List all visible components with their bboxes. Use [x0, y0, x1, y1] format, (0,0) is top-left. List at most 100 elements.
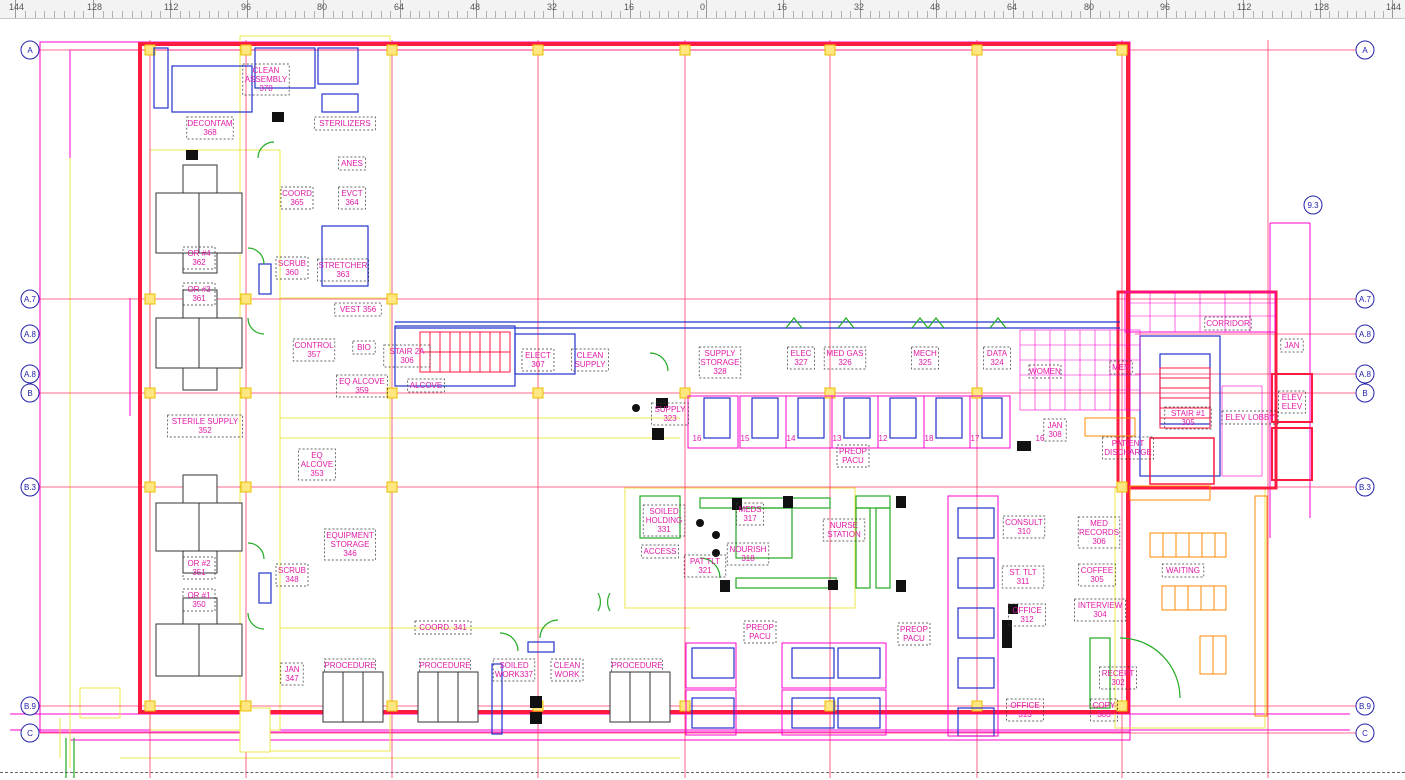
ruler-minor-tick — [73, 11, 75, 18]
ruler-minor-tick — [390, 11, 392, 18]
room-label-line: OR #3 — [187, 285, 211, 294]
room-eq-alcove-353[interactable]: EQALCOVE353 — [298, 448, 336, 481]
room-decontam[interactable]: DECONTAM368 — [186, 116, 234, 140]
room-coffee[interactable]: COFFEE305 — [1078, 563, 1116, 587]
room-evct[interactable]: EVCT364 — [338, 186, 366, 210]
room-scrub360[interactable]: SCRUB360 — [275, 256, 309, 280]
room-elect[interactable]: ELECT307 — [521, 348, 555, 372]
room-reception[interactable]: RECEPT302 — [1099, 666, 1137, 690]
room-stair2a[interactable]: STAIR 2A306 — [383, 344, 431, 368]
room-med-records[interactable]: MEDRECORDS306 — [1077, 516, 1121, 549]
room-preop-pacu-a[interactable]: PREOPPACU — [743, 620, 777, 644]
ruler-minor-tick — [380, 11, 382, 18]
room-mech[interactable]: MECH325 — [911, 346, 939, 370]
room-consult[interactable]: CONSULT310 — [1002, 515, 1046, 539]
ruler-minor-tick — [44, 11, 46, 18]
room-eq-alcove-359[interactable]: EQ ALCOVE359 — [336, 374, 388, 398]
grid-bubble-b-9: B.9 — [20, 696, 40, 716]
ruler-minor-tick — [102, 11, 104, 18]
room-supply-storage[interactable]: SUPPLYSTORAGE328 — [698, 346, 742, 379]
ruler-minor-tick — [150, 11, 152, 18]
room-coord-365[interactable]: COORD365 — [280, 186, 314, 210]
ruler-minor-tick — [438, 11, 439, 18]
room-clean-work[interactable]: CLEANWORK — [550, 658, 584, 682]
ruler-minor-tick — [926, 11, 928, 18]
room-jan308[interactable]: JAN308 — [1043, 418, 1067, 442]
grid-bubble-a-8: A.8 — [1355, 364, 1375, 384]
room-precop-pacu-top[interactable]: PREOPPACU — [836, 444, 870, 468]
room-interview[interactable]: INTERVIEW304 — [1074, 598, 1126, 622]
ruler-minor-tick — [457, 11, 458, 18]
room-stretcher[interactable]: STRETCHER363 — [317, 258, 369, 282]
ruler-minor-tick — [1061, 11, 1063, 18]
grid-bubble-b: B — [1355, 383, 1375, 403]
room-sterilizers[interactable]: STERILIZERS — [314, 116, 376, 131]
room-waiting[interactable]: WAITING — [1161, 563, 1205, 578]
room-label-line: RECEPT — [1102, 669, 1135, 678]
ruler-minor-tick — [1194, 11, 1196, 18]
room-med-gas[interactable]: MED GAS326 — [823, 346, 867, 370]
room-label-line: 313 — [1018, 710, 1032, 719]
room-elev[interactable]: ELEVELEV — [1278, 390, 1306, 414]
room-procedure-b[interactable]: PROCEDURE — [419, 658, 471, 673]
room-soiled-work[interactable]: SOILEDWORK337 — [492, 658, 536, 682]
room-label-line: COORD. 341 — [419, 623, 467, 632]
room-alcove[interactable]: ALCOVE — [407, 378, 445, 393]
room-vest[interactable]: VEST 356 — [334, 302, 382, 317]
ruler-minor-tick — [917, 11, 918, 18]
or-equipment — [155, 164, 671, 723]
ruler-minor-tick — [198, 11, 200, 18]
grid-bubble-c: C — [1355, 723, 1375, 743]
room-corridor[interactable]: CORRIDOR — [1204, 316, 1252, 331]
room-soiled-holding[interactable]: SOILEDHOLDING331 — [642, 504, 686, 537]
room-label-line: CLEAN — [253, 66, 280, 75]
room-anes[interactable]: ANES — [338, 156, 366, 171]
room-procedure-a[interactable]: PROCEDURE — [324, 658, 376, 673]
room-control[interactable]: CONTROL357 — [292, 338, 336, 362]
room-label-line: PROCEDURE — [419, 661, 470, 670]
room-label-line: 363 — [336, 270, 350, 279]
room-nurse-station[interactable]: NURSESTATION — [822, 518, 866, 542]
room-label-line: DECONTAM — [187, 119, 233, 128]
ruler-minor-tick — [888, 11, 890, 18]
ruler-label: 0 — [700, 2, 706, 12]
room-label-line: PREOP — [900, 625, 928, 634]
ruler-minor-tick — [610, 11, 612, 18]
ruler-minor-tick — [275, 11, 277, 18]
room-label-line: PAT TLT — [690, 557, 720, 566]
room-equipment-storage[interactable]: EQUIPMENTSTORAGE346 — [324, 528, 376, 561]
room-label-line: 304 — [1093, 610, 1107, 619]
room-label-line: CORRIDOR — [1206, 319, 1250, 328]
room-coord341[interactable]: COORD. 341 — [414, 620, 472, 635]
room-bio[interactable]: BIO — [352, 340, 376, 355]
ruler-minor-tick — [1233, 11, 1235, 18]
room-meds[interactable]: MEDS317 — [736, 502, 764, 526]
room-label-line: 310 — [1017, 527, 1031, 536]
room-preop-pacu-b[interactable]: PREOPPACU — [897, 622, 931, 646]
room-jan[interactable]: JAN — [1280, 338, 1304, 353]
room-elec[interactable]: ELEC327 — [787, 346, 815, 370]
room-label-line: ELEV — [1282, 402, 1303, 411]
grid-bubble-b-9: B.9 — [1355, 696, 1375, 716]
room-sterile-supply[interactable]: STERILE SUPPLY352 — [167, 414, 243, 438]
room-data[interactable]: DATA324 — [983, 346, 1011, 370]
room-label-line: DISCHARGE — [1104, 448, 1152, 457]
room-label-line: OR #4 — [187, 249, 211, 258]
room-staff-tlt[interactable]: ST. TLT311 — [1001, 565, 1045, 589]
grid-bubble-a-8: A.8 — [20, 364, 40, 384]
room-clean-supply[interactable]: CLEANSUPPLY — [571, 348, 609, 372]
room-jan347[interactable]: JAN347 — [280, 662, 304, 686]
room-procedure-c[interactable]: PROCEDURE — [611, 658, 663, 673]
room-clean-assembly[interactable]: CLEANASSEMBLY370 — [242, 63, 290, 96]
room-label-line: JAN — [284, 665, 299, 674]
room-scrub348[interactable]: SCRUB348 — [275, 563, 309, 587]
room-supply-323[interactable]: SUPPLY323 — [651, 402, 689, 426]
room-access[interactable]: ACCESS — [641, 544, 679, 559]
ruler-minor-tick — [763, 11, 765, 18]
ruler-label: 32 — [854, 2, 865, 12]
room-office312[interactable]: OFFICE312 — [1008, 603, 1046, 627]
room-toilet-women[interactable]: WOMEN — [1028, 364, 1062, 379]
floor-plan-canvas[interactable]: CLEANASSEMBLY370 DECONTAM368 STERILIZERS AN… — [0, 18, 1405, 778]
room-nourish[interactable]: NOURISH318 — [726, 542, 770, 566]
room-patient-discharge[interactable]: PATIENTDISCHARGE — [1102, 436, 1154, 460]
